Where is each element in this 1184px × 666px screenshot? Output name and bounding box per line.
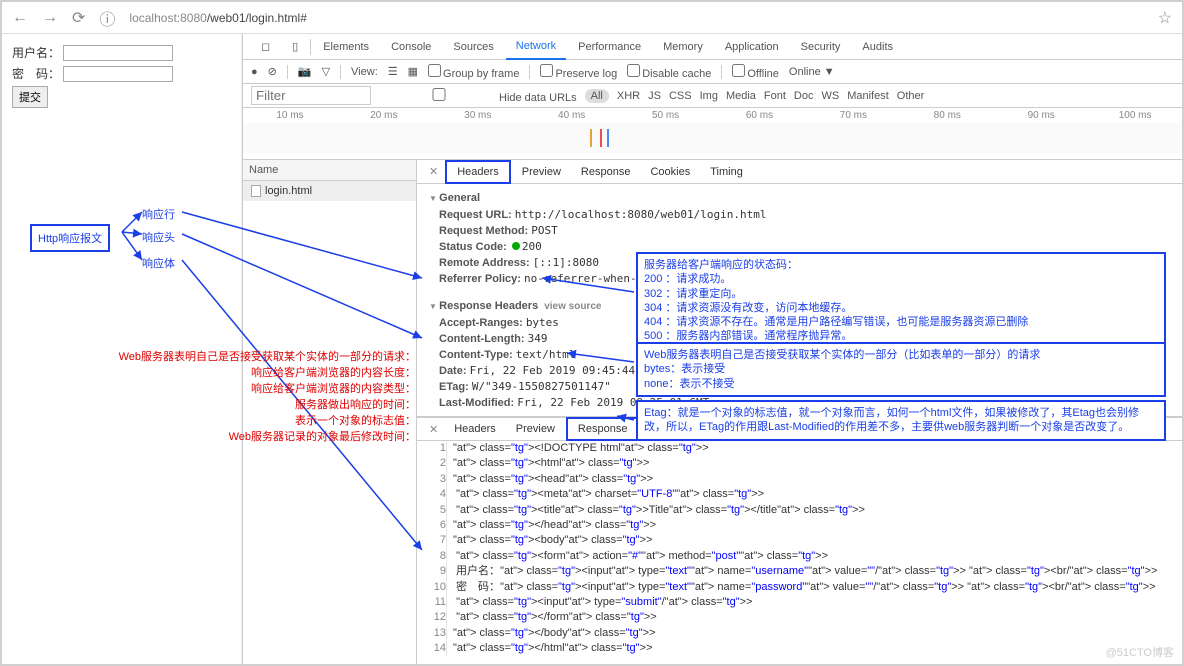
dtab-preview[interactable]: Preview (512, 160, 571, 184)
anno-accept-ranges: Web服务器表明自己是否接受获取某个实体的一部分（比如表单的一部分）的请求 by… (636, 342, 1166, 397)
camera-icon[interactable]: 📷 (298, 65, 312, 78)
file-icon (251, 185, 261, 197)
anno-red-6: Web服务器记录的对象最后修改时间： (76, 428, 416, 444)
view-list-icon[interactable]: ☰ (388, 65, 398, 78)
back-icon[interactable]: ← (12, 9, 28, 27)
anno-resp-header: 响应头 (142, 229, 175, 245)
username-label: 用户名： (12, 46, 60, 60)
anno-red-5: 表示一个对象的标志值： (76, 412, 416, 428)
timeline[interactable]: 10 ms20 ms30 ms40 ms50 ms60 ms70 ms80 ms… (243, 108, 1182, 160)
clear-icon[interactable]: ⊘ (268, 65, 277, 78)
anno-red-3: 响应给客户端浏览器的内容类型： (76, 380, 416, 396)
tab-network[interactable]: Network (506, 34, 566, 60)
tab-sources[interactable]: Sources (443, 34, 503, 60)
anno-red-1: Web服务器表明自己是否接受获取某个实体的一部分的请求： (76, 348, 416, 364)
tab-audits[interactable]: Audits (852, 34, 903, 60)
section-general[interactable]: General (429, 192, 1170, 204)
request-item[interactable]: login.html (243, 181, 416, 201)
address-bar[interactable]: localhost:8080/web01/login.html# (129, 11, 306, 25)
anno-resp-body: 响应体 (142, 255, 175, 271)
anno-status-codes: 服务器给客户端响应的状态码： 200 ：请求成功。 302 ：请求重定向。 30… (636, 252, 1166, 350)
watermark: @51CTO博客 (1106, 644, 1174, 660)
tab-elements[interactable]: Elements (313, 34, 379, 60)
tab-console[interactable]: Console (381, 34, 441, 60)
anno-red-4: 服务器做出响应的时间： (76, 396, 416, 412)
status-dot-icon (512, 242, 520, 250)
password-input[interactable] (63, 66, 173, 82)
forward-icon[interactable]: → (42, 9, 58, 27)
response-body: 1"at"> class="tg"><!DOCTYPE html"at"> cl… (417, 441, 1182, 664)
filter-input[interactable] (251, 86, 371, 105)
tab-performance[interactable]: Performance (568, 34, 651, 60)
anno-etag: Etag：就是一个对象的标志值，就一个对象而言，如何一个html文件，如果被修改… (636, 400, 1166, 441)
dtab-timing[interactable]: Timing (700, 160, 753, 184)
anno-resp-line: 响应行 (142, 206, 175, 222)
record-icon[interactable]: ● (251, 66, 258, 78)
dtab-response-2[interactable]: Response (566, 417, 640, 441)
dtab-response[interactable]: Response (571, 160, 641, 184)
anno-http-response: Http响应报文 (30, 224, 110, 252)
dtab-headers[interactable]: Headers (445, 160, 511, 184)
browser-toolbar: ← → ⟳ ⓘ localhost:8080/web01/login.html#… (2, 2, 1182, 34)
tab-application[interactable]: Application (715, 34, 789, 60)
tab-security[interactable]: Security (791, 34, 851, 60)
close-detail-icon[interactable]: ✕ (423, 160, 444, 184)
filter-icon[interactable]: ▽ (322, 65, 330, 78)
anno-red-2: 响应给客户端浏览器的内容长度： (76, 364, 416, 380)
submit-button[interactable]: 提交 (12, 86, 48, 108)
devtools-tabs: ◻ ▯ Elements Console Sources Network Per… (243, 34, 1182, 60)
reload-icon[interactable]: ⟳ (72, 8, 85, 28)
request-name-header: Name (243, 160, 416, 181)
dtab-cookies[interactable]: Cookies (640, 160, 700, 184)
bookmark-icon[interactable]: ☆ (1158, 8, 1172, 28)
tab-memory[interactable]: Memory (653, 34, 713, 60)
view-frame-icon[interactable]: ▦ (408, 65, 418, 78)
username-input[interactable] (63, 45, 173, 61)
info-icon: ⓘ (99, 6, 115, 30)
filter-all[interactable]: All (585, 89, 609, 103)
filter-bar: Hide data URLs All XHR JS CSS Img Media … (243, 84, 1182, 108)
network-toolbar: ● ⊘ 📷 ▽ View: ☰ ▦ Group by frame Preserv… (243, 60, 1182, 84)
inspect-icon[interactable]: ◻ (251, 34, 280, 60)
close-response-icon[interactable]: ✕ (423, 417, 444, 441)
password-label: 密 码： (12, 67, 60, 81)
device-icon[interactable]: ▯ (282, 34, 308, 60)
